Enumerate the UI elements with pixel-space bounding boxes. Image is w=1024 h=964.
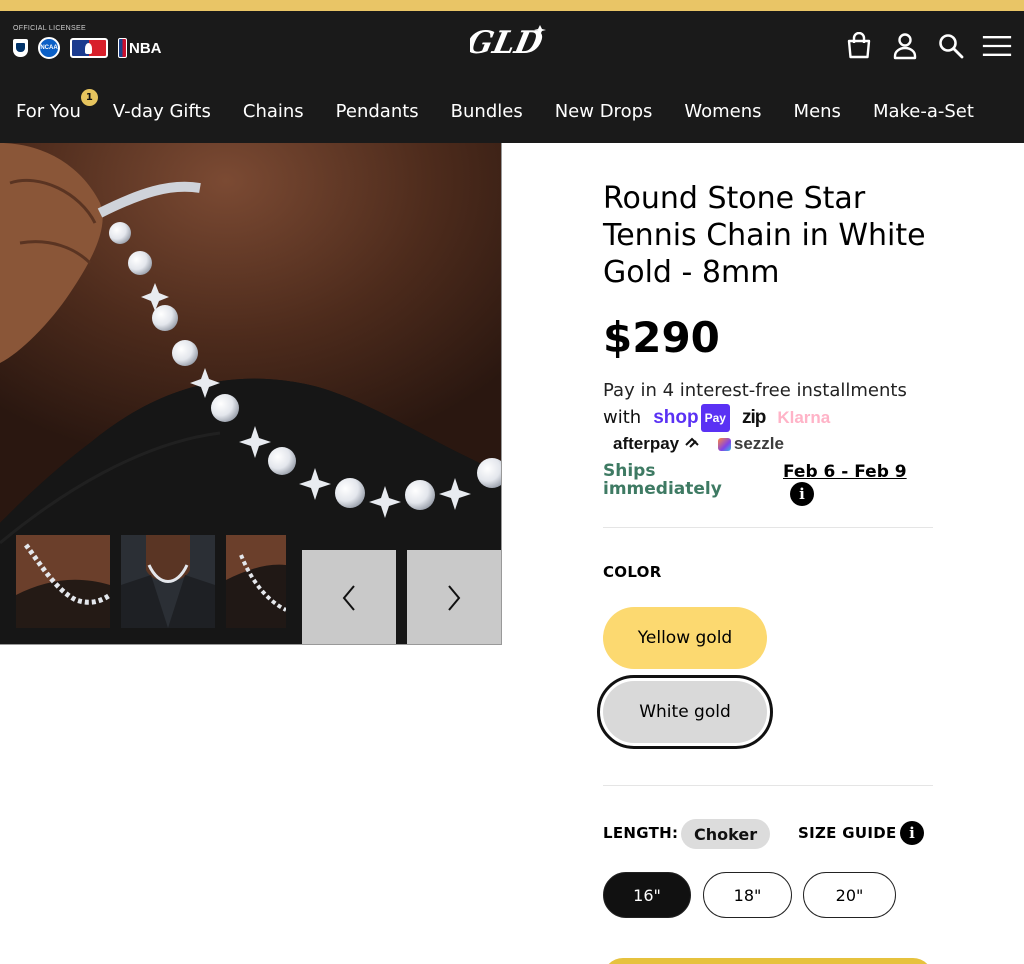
shopping-bag-icon[interactable]	[844, 31, 874, 61]
promo-bar	[0, 0, 1024, 11]
notification-badge: 1	[80, 88, 98, 106]
size-guide-link[interactable]: SIZE GUIDE	[798, 824, 897, 842]
length-option-18[interactable]: 18"	[703, 872, 792, 918]
gallery-prev-button[interactable]	[302, 550, 396, 644]
nav-item-mens[interactable]: Mens	[794, 101, 841, 122]
search-icon[interactable]	[936, 31, 966, 61]
menu-icon[interactable]	[982, 31, 1012, 61]
gallery-thumbnail-3[interactable]	[226, 535, 286, 628]
color-option-yellow-gold[interactable]: Yellow gold	[603, 607, 767, 669]
nav-item-label: For You	[16, 100, 81, 122]
chevron-right-icon	[448, 584, 461, 611]
mlb-logo	[70, 38, 108, 58]
sezzle-word: sezzle	[733, 434, 784, 453]
nav-item-womens[interactable]: Womens	[684, 101, 761, 122]
with-text: with	[603, 407, 642, 428]
color-label: COLOR	[603, 563, 662, 581]
nav-item-chains[interactable]: Chains	[243, 101, 304, 122]
shipping-info: Ships immediately Feb 6 - Feb 9 i	[603, 462, 935, 506]
brand-logo[interactable]: GLD	[463, 19, 552, 61]
nba-logo: NBA	[118, 38, 162, 58]
add-to-cart-button[interactable]	[603, 958, 933, 964]
main-nav: For You 1 V-day Gifts Chains Pendants Bu…	[0, 88, 1024, 129]
length-option-16[interactable]: 16"	[603, 872, 691, 918]
color-option-white-gold[interactable]: White gold	[597, 675, 773, 749]
zip-logo[interactable]: zip	[742, 405, 766, 431]
nfl-logo	[13, 39, 28, 57]
official-licensee: OFFICIAL LICENSEE NCAA NBA	[13, 25, 162, 59]
chevron-left-icon	[342, 584, 355, 611]
league-logos: NCAA NBA	[13, 37, 162, 59]
licensee-label: OFFICIAL LICENSEE	[13, 25, 86, 32]
product-title: Round Stone Star Tennis Chain in White G…	[603, 181, 926, 290]
divider	[603, 785, 933, 786]
shipping-info-icon[interactable]: i	[790, 482, 814, 506]
nav-item-pendants[interactable]: Pendants	[336, 101, 419, 122]
afterpay-arrows-icon	[685, 437, 699, 448]
gallery-next-button[interactable]	[407, 550, 501, 644]
gallery-thumbnail-1[interactable]	[16, 535, 110, 628]
header-icons	[844, 31, 1012, 61]
selected-length-chip: Choker	[681, 819, 771, 849]
installments-text: Pay in 4 interest-free installments	[603, 380, 907, 401]
account-icon[interactable]	[890, 31, 920, 61]
nba-logo-text: NBA	[129, 39, 162, 57]
size-guide-info-icon[interactable]: i	[900, 821, 924, 845]
length-label: LENGTH:	[603, 824, 679, 842]
nav-item-new-drops[interactable]: New Drops	[555, 101, 653, 122]
shop-pay-logo[interactable]: shop Pay	[653, 404, 730, 432]
klarna-logo[interactable]: Klarna	[777, 405, 830, 431]
payment-providers-row-2: afterpay sezzle	[603, 434, 935, 454]
shop-pay-tag: Pay	[700, 404, 730, 432]
nav-item-v-day-gifts[interactable]: V-day Gifts	[113, 101, 211, 122]
product-price: $290	[603, 313, 720, 362]
ncaa-logo: NCAA	[38, 37, 60, 59]
nba-mark	[118, 38, 127, 58]
shop-pay-word: shop	[653, 407, 699, 428]
divider	[603, 527, 933, 528]
length-option-20[interactable]: 20"	[803, 872, 896, 918]
gallery-thumbnail-2[interactable]	[121, 535, 215, 628]
svg-text:GLD: GLD	[470, 25, 546, 61]
product-info: Round Stone Star Tennis Chain in White G…	[603, 180, 935, 506]
afterpay-logo[interactable]: afterpay	[613, 434, 702, 454]
ships-label: Ships immediately	[603, 461, 722, 499]
product-gallery	[0, 143, 502, 645]
sezzle-mark-icon	[717, 437, 731, 451]
ships-date[interactable]: Feb 6 - Feb 9	[783, 462, 907, 482]
nav-item-for-you[interactable]: For You 1	[16, 88, 98, 122]
payment-providers-row: with shop Pay zip Klarna	[603, 404, 935, 432]
afterpay-word: afterpay	[613, 434, 680, 453]
nav-item-make-a-set[interactable]: Make-a-Set	[873, 101, 974, 122]
nav-item-bundles[interactable]: Bundles	[451, 101, 523, 122]
sezzle-logo[interactable]: sezzle	[717, 434, 784, 454]
site-header: OFFICIAL LICENSEE NCAA NBA GLD For You 1…	[0, 11, 1024, 143]
